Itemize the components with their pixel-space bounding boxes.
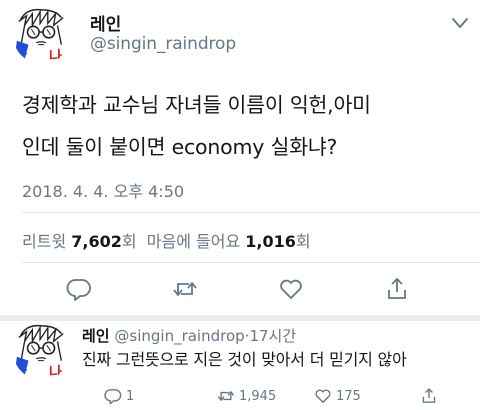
section-divider (0, 315, 480, 321)
divider (22, 212, 480, 213)
retweet-label: 리트윗 (22, 232, 67, 251)
share-icon (388, 278, 406, 299)
reply-like-button[interactable]: 175 (314, 386, 361, 406)
like-count[interactable]: 1,016 (245, 232, 296, 251)
reply-reply-button[interactable]: 1 (104, 386, 134, 406)
share-button[interactable] (384, 276, 410, 302)
reply-reply-count: 1 (126, 388, 135, 404)
reply-retweet-button[interactable]: 1,945 (217, 386, 276, 406)
reply-retweet-count: 1,945 (239, 388, 277, 404)
avatar-drawing-icon (14, 324, 64, 377)
avatar[interactable]: 나 (13, 6, 71, 64)
reply-handle[interactable]: @singin_raindrop (114, 327, 244, 345)
divider (22, 262, 480, 263)
user-handle[interactable]: @singin_raindrop (90, 34, 236, 54)
reply-text: 진짜 그런뜻으로 지은 것이 맞아서 더 믿기지 않아 (82, 350, 407, 369)
reply-like-count: 175 (336, 388, 361, 404)
retweet-icon (217, 391, 235, 401)
retweet-icon (173, 282, 197, 296)
reply-time[interactable]: 17시간 (249, 327, 296, 345)
like-icon (315, 389, 331, 403)
reply-display-name[interactable]: 레인 (82, 327, 110, 345)
reply-header: 레인 @singin_raindrop·17시간 (82, 325, 296, 346)
reply-icon (104, 389, 122, 405)
retweet-unit: 회 (121, 232, 137, 251)
reply-button[interactable] (66, 276, 92, 302)
avatar-drawing-icon (14, 8, 64, 61)
retweet-button[interactable] (172, 276, 198, 302)
avatar[interactable]: 나 (13, 322, 71, 380)
like-unit: 회 (295, 232, 311, 251)
tweet-stats: 리트윗 7,602회 마음에 들어요 1,016회 (22, 228, 311, 252)
like-label: 마음에 들어요 (146, 232, 241, 251)
chevron-down-icon[interactable] (450, 16, 470, 30)
tweet-text-line: 경제학과 교수님 자녀들 이름이 익헌,아미 (22, 93, 371, 117)
share-icon (422, 388, 436, 403)
reply-icon (66, 279, 91, 301)
display-name[interactable]: 레인 (90, 10, 121, 35)
avatar-label: 나 (49, 365, 62, 380)
avatar-label: 나 (49, 49, 62, 64)
tweet-text: 경제학과 교수님 자녀들 이름이 익헌,아미 인데 둘이 붙이면 economy… (22, 84, 467, 168)
tweet-timestamp[interactable]: 2018. 4. 4. 오후 4:50 (22, 178, 184, 202)
like-icon (280, 279, 302, 299)
reply-share-button[interactable] (420, 386, 438, 406)
tweet-text-line: 인데 둘이 붙이면 economy 실화냐? (22, 135, 338, 159)
retweet-count[interactable]: 7,602 (71, 232, 122, 251)
like-button[interactable] (278, 276, 304, 302)
